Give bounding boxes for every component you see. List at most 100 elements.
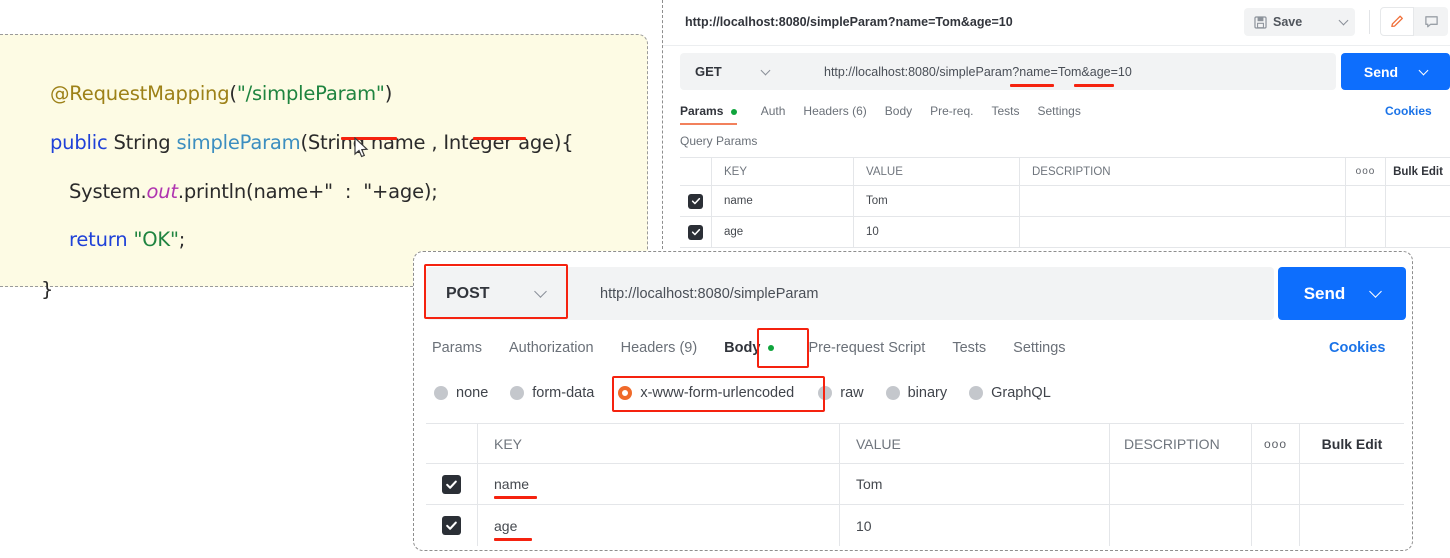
get-method-selector[interactable]: GET [680, 53, 808, 90]
body-type-urlencoded-label: x-www-form-urlencoded [640, 385, 795, 401]
post-table-header-row: KEY VALUE DESCRIPTION ooo Bulk Edit [426, 423, 1404, 464]
code-token-println: .println(name+" : "+age); [177, 180, 438, 203]
get-cell-description-age[interactable] [1020, 217, 1346, 247]
body-type-binary-label: binary [907, 385, 948, 401]
get-send-button[interactable]: Send [1341, 53, 1450, 90]
tab-auth[interactable]: Auth [761, 104, 786, 118]
save-button[interactable]: Save [1244, 8, 1331, 36]
get-cell-spacer-1 [1346, 186, 1386, 216]
post-tab-body-label: Body [724, 340, 761, 356]
annotation-underline-key-name [494, 496, 537, 499]
body-type-raw-label: raw [840, 385, 864, 401]
get-cell-key-name[interactable]: name [712, 186, 854, 216]
body-type-radio-group: none form-data x-www-form-urlencoded raw… [434, 385, 1051, 401]
mouse-cursor-icon [354, 137, 369, 158]
post-body-table: KEY VALUE DESCRIPTION ooo Bulk Edit name [426, 423, 1404, 546]
get-row-checkbox-age[interactable] [688, 224, 703, 240]
query-params-label: Query Params [680, 134, 758, 148]
post-tab-authorization[interactable]: Authorization [509, 340, 594, 356]
code-token-return-type: String [107, 131, 177, 154]
get-url-text: http://localhost:8080/simpleParam?name=T… [824, 64, 1132, 79]
check-icon [446, 521, 457, 530]
get-cell-spacer-4 [1386, 217, 1450, 247]
post-th-key: KEY [478, 424, 840, 463]
post-cell-spacer-3 [1252, 505, 1300, 546]
tab-tests[interactable]: Tests [991, 104, 1019, 118]
post-url-text: http://localhost:8080/simpleParam [600, 285, 819, 302]
post-th-checkbox [426, 424, 478, 463]
get-cell-key-age[interactable]: age [712, 217, 854, 247]
save-options-dropdown[interactable] [1331, 8, 1355, 36]
get-cell-value-name[interactable]: Tom [854, 186, 1020, 216]
annotation-underline-key-age [494, 538, 532, 541]
code-token-semicolon: ; [178, 228, 186, 251]
post-bulk-edit-button[interactable]: Bulk Edit [1300, 424, 1404, 463]
post-tab-prerequest[interactable]: Pre-request Script [808, 340, 925, 356]
chevron-down-icon [1418, 65, 1429, 75]
post-cookies-link[interactable]: Cookies [1329, 340, 1385, 356]
get-cell-value-age[interactable]: 10 [854, 217, 1020, 247]
post-cell-value-name[interactable]: Tom [840, 464, 1110, 504]
tab-body[interactable]: Body [885, 104, 912, 118]
post-cell-description-name[interactable] [1110, 464, 1252, 504]
post-th-value: VALUE [840, 424, 1110, 463]
get-table-more-button[interactable]: ooo [1346, 158, 1386, 185]
get-send-label: Send [1363, 63, 1399, 80]
get-row-checkbox-name[interactable] [688, 193, 703, 209]
post-cell-key-age-text: age [494, 517, 518, 534]
edit-pencil-button[interactable] [1380, 7, 1414, 36]
radio-icon [434, 386, 448, 400]
body-type-graphql[interactable]: GraphQL [969, 385, 1051, 401]
body-type-form-data[interactable]: form-data [510, 385, 594, 401]
post-url-input[interactable]: http://localhost:8080/simpleParam [578, 267, 1274, 320]
post-table-row-name: name Tom [426, 464, 1404, 505]
post-method-selector[interactable]: POST [426, 267, 578, 320]
get-bulk-edit-button[interactable]: Bulk Edit [1386, 158, 1450, 185]
body-type-urlencoded[interactable]: x-www-form-urlencoded [618, 385, 794, 401]
post-table-row-age: age 10 [426, 505, 1404, 546]
post-tab-settings[interactable]: Settings [1013, 340, 1065, 356]
comment-button[interactable] [1414, 7, 1448, 36]
post-table-more-button[interactable]: ooo [1252, 424, 1300, 463]
body-active-dot [768, 345, 775, 352]
get-method-label: GET [695, 64, 722, 79]
tab-prereq[interactable]: Pre-req. [930, 104, 973, 118]
get-th-description: DESCRIPTION [1020, 158, 1346, 185]
get-cell-description-name[interactable] [1020, 186, 1346, 216]
post-tab-tests[interactable]: Tests [952, 340, 986, 356]
code-token-ok: "OK" [133, 228, 179, 251]
get-table-row-age: age 10 [680, 217, 1450, 248]
code-token-out: out [146, 180, 179, 203]
post-tab-params[interactable]: Params [432, 340, 482, 356]
radio-icon [969, 386, 984, 400]
post-tab-body[interactable]: Body [724, 340, 775, 356]
post-row-checkbox-name[interactable] [442, 474, 461, 494]
floppy-save-icon [1254, 15, 1267, 29]
body-type-raw[interactable]: raw [818, 385, 864, 401]
saved-request-name: http://localhost:8080/simpleParam?name=T… [685, 15, 1013, 29]
post-cell-description-age[interactable] [1110, 505, 1252, 546]
tab-settings[interactable]: Settings [1038, 104, 1081, 118]
check-icon [691, 228, 700, 236]
tab-params[interactable]: Params [680, 104, 737, 125]
get-cookies-link[interactable]: Cookies [1385, 104, 1432, 118]
code-token-paren-close: ) [384, 82, 393, 105]
post-cell-key-age[interactable]: age [478, 505, 840, 546]
post-request-panel: POST http://localhost:8080/simpleParam S… [413, 251, 1413, 551]
code-token-params: (String name , Integer age){ [300, 131, 574, 154]
tab-headers[interactable]: Headers (6) [803, 104, 866, 118]
post-row-checkbox-cell [426, 505, 478, 546]
post-tab-headers[interactable]: Headers (9) [621, 340, 698, 356]
post-send-button[interactable]: Send [1278, 267, 1406, 320]
body-type-none[interactable]: none [434, 385, 488, 401]
post-cell-value-age[interactable]: 10 [840, 505, 1110, 546]
post-row-checkbox-age[interactable] [442, 516, 461, 535]
active-tab-underline [680, 122, 737, 125]
check-icon [446, 480, 457, 489]
body-type-binary[interactable]: binary [885, 385, 948, 401]
post-send-label: Send [1303, 283, 1346, 303]
post-cell-key-name[interactable]: name [478, 464, 840, 504]
body-type-form-data-label: form-data [532, 385, 595, 401]
get-url-input[interactable]: http://localhost:8080/simpleParam?name=T… [808, 53, 1336, 90]
get-row-checkbox-cell [680, 217, 712, 247]
